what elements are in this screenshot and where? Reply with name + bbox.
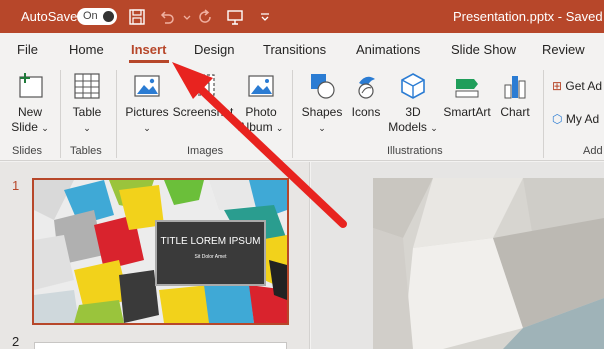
photo-album-label-1: Photo bbox=[245, 105, 277, 119]
pictures-button[interactable]: Pictures ⌄ bbox=[122, 71, 172, 136]
shapes-label: Shapes bbox=[301, 105, 343, 119]
bar-chart-icon bbox=[504, 76, 526, 99]
tab-review[interactable]: Review bbox=[542, 42, 585, 57]
icons-icon bbox=[358, 76, 375, 99]
chevron-down-icon[interactable] bbox=[177, 7, 197, 27]
tab-design[interactable]: Design bbox=[194, 42, 234, 57]
group-label-addins: Add bbox=[583, 145, 603, 157]
table-label: Table bbox=[72, 105, 102, 119]
3d-models-label-2: Models bbox=[388, 120, 427, 134]
group-label-slides: Slides bbox=[12, 145, 42, 157]
group-separator bbox=[543, 70, 544, 158]
icons-button[interactable]: Icons bbox=[346, 71, 386, 120]
active-tab-indicator bbox=[129, 60, 169, 63]
slide-title-box: TITLE LOREM IPSUM Sit Dolor Amet bbox=[155, 220, 266, 286]
autosave-toggle[interactable]: On bbox=[77, 8, 117, 25]
chevron-down-icon: ⌄ bbox=[41, 123, 49, 133]
redo-icon[interactable] bbox=[195, 7, 215, 27]
pictures-icon bbox=[134, 75, 160, 97]
group-label-tables: Tables bbox=[70, 145, 102, 157]
shapes-button[interactable]: Shapes ⌄ bbox=[300, 71, 344, 136]
chevron-down-icon: ⌄ bbox=[143, 123, 151, 133]
slide-number-1: 1 bbox=[12, 178, 20, 193]
group-label-illustrations: Illustrations bbox=[387, 145, 443, 157]
my-addins-label: My Ad bbox=[565, 112, 600, 126]
new-slide-button[interactable]: New Slide ⌄ bbox=[8, 71, 52, 136]
group-label-images: Images bbox=[187, 145, 224, 157]
smartart-icon bbox=[455, 79, 479, 98]
group-separator bbox=[292, 70, 293, 158]
autosave-state: On bbox=[83, 10, 98, 22]
toggle-knob bbox=[103, 11, 114, 22]
title-bar: AutoSave On Presentation.pptx - Saved bbox=[0, 0, 604, 33]
tab-animations[interactable]: Animations bbox=[356, 42, 420, 57]
undo-icon[interactable] bbox=[157, 7, 177, 27]
new-slide-label-1: New bbox=[17, 105, 42, 119]
customize-icon[interactable] bbox=[255, 7, 275, 27]
present-icon[interactable] bbox=[225, 7, 245, 27]
table-icon bbox=[74, 73, 100, 99]
slide-title-text: TITLE LOREM IPSUM bbox=[160, 236, 261, 247]
chevron-down-icon: ⌄ bbox=[275, 123, 284, 133]
screenshot-icon bbox=[191, 74, 215, 96]
tab-home[interactable]: Home bbox=[69, 42, 104, 57]
3d-models-label-1: 3D bbox=[405, 105, 421, 119]
save-icon[interactable] bbox=[127, 7, 147, 27]
my-addins-button[interactable]: ⬡ My Ad bbox=[552, 112, 599, 126]
store-icon: ⊞ bbox=[552, 79, 563, 93]
main-slide-canvas[interactable] bbox=[373, 178, 604, 349]
slide-thumbnail-2[interactable] bbox=[34, 342, 287, 349]
get-addins-label: Get Ad bbox=[565, 79, 603, 93]
chevron-down-icon: ⌄ bbox=[83, 123, 91, 133]
ribbon-tabs: File Home Insert Design Transitions Anim… bbox=[0, 33, 604, 65]
slide-subtitle-text: Sit Dolor Amet bbox=[194, 254, 227, 260]
new-slide-label-2: Slide bbox=[11, 120, 38, 134]
group-separator bbox=[116, 70, 117, 158]
smartart-button[interactable]: SmartArt bbox=[440, 71, 494, 120]
addin-icon: ⬡ bbox=[552, 112, 563, 126]
3d-models-button[interactable]: 3D Models ⌄ bbox=[388, 71, 438, 136]
tab-transitions[interactable]: Transitions bbox=[263, 42, 326, 57]
tab-file[interactable]: File bbox=[17, 42, 38, 57]
chart-button[interactable]: Chart bbox=[496, 71, 534, 120]
table-button[interactable]: Table ⌄ bbox=[66, 71, 108, 136]
photo-album-label-2: Album bbox=[238, 120, 273, 134]
get-addins-button[interactable]: ⊞ Get Ad bbox=[552, 79, 602, 93]
group-separator bbox=[60, 70, 61, 158]
tab-insert[interactable]: Insert bbox=[131, 42, 166, 57]
slide-thumbnail-1[interactable]: TITLE LOREM IPSUM Sit Dolor Amet bbox=[32, 178, 289, 325]
photo-album-icon bbox=[248, 75, 274, 97]
autosave-label: AutoSave bbox=[21, 9, 78, 24]
main-slide-background bbox=[373, 178, 604, 349]
chevron-down-icon: ⌄ bbox=[430, 123, 438, 133]
smartart-label: SmartArt bbox=[443, 105, 491, 119]
photo-album-button[interactable]: Photo Album ⌄ bbox=[238, 71, 284, 136]
tab-slide-show[interactable]: Slide Show bbox=[451, 42, 516, 57]
chevron-down-icon: ⌄ bbox=[318, 123, 326, 133]
new-slide-icon bbox=[19, 73, 43, 98]
chart-label: Chart bbox=[500, 105, 530, 119]
file-name: Presentation.pptx - Saved bbox=[453, 9, 603, 24]
cube-icon bbox=[401, 73, 425, 99]
screenshot-label: Screenshot bbox=[172, 105, 234, 119]
pictures-label: Pictures bbox=[125, 105, 169, 119]
shapes-icon bbox=[311, 74, 335, 99]
slide-number-2: 2 bbox=[12, 334, 20, 349]
screenshot-button[interactable]: Screenshot bbox=[172, 71, 234, 120]
icons-label: Icons bbox=[351, 105, 381, 119]
